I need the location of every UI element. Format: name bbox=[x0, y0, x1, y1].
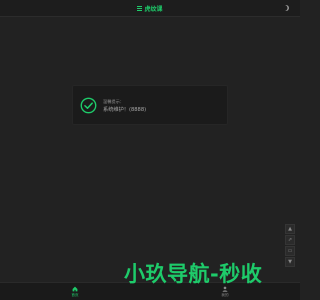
scroll-down-button[interactable]: ▼ bbox=[285, 257, 295, 267]
down-icon: ▼ bbox=[288, 258, 292, 265]
watermark: 小玖导航-秒收 bbox=[124, 262, 263, 286]
up-icon: ▲ bbox=[288, 225, 292, 232]
scroll-up-button[interactable]: ▲ bbox=[285, 224, 295, 234]
tab-profile-label: 我的 bbox=[221, 292, 229, 297]
top-bar: 虎纹课 bbox=[0, 0, 300, 17]
side-toolbar: ▲ ⇗ ▭ ▼ bbox=[285, 224, 295, 267]
home-icon bbox=[72, 286, 78, 291]
app-title[interactable]: 虎纹课 bbox=[137, 4, 163, 13]
moon-icon[interactable] bbox=[283, 5, 289, 11]
tab-home-label: 首页 bbox=[71, 292, 79, 297]
share-button[interactable]: ⇗ bbox=[285, 235, 295, 245]
notice-label: 温馨提示： bbox=[103, 99, 124, 104]
comment-icon: ▭ bbox=[287, 247, 293, 254]
notice-message: 系统维护！(8888) bbox=[103, 107, 147, 113]
user-icon bbox=[222, 286, 228, 292]
menu-bars-icon bbox=[137, 5, 143, 11]
check-circle-icon bbox=[80, 97, 97, 114]
notice-card: 温馨提示： 系统维护！(8888) bbox=[72, 85, 228, 125]
share-icon: ⇗ bbox=[287, 236, 293, 243]
comment-button[interactable]: ▭ bbox=[285, 246, 295, 256]
app-title-text: 虎纹课 bbox=[144, 5, 163, 13]
